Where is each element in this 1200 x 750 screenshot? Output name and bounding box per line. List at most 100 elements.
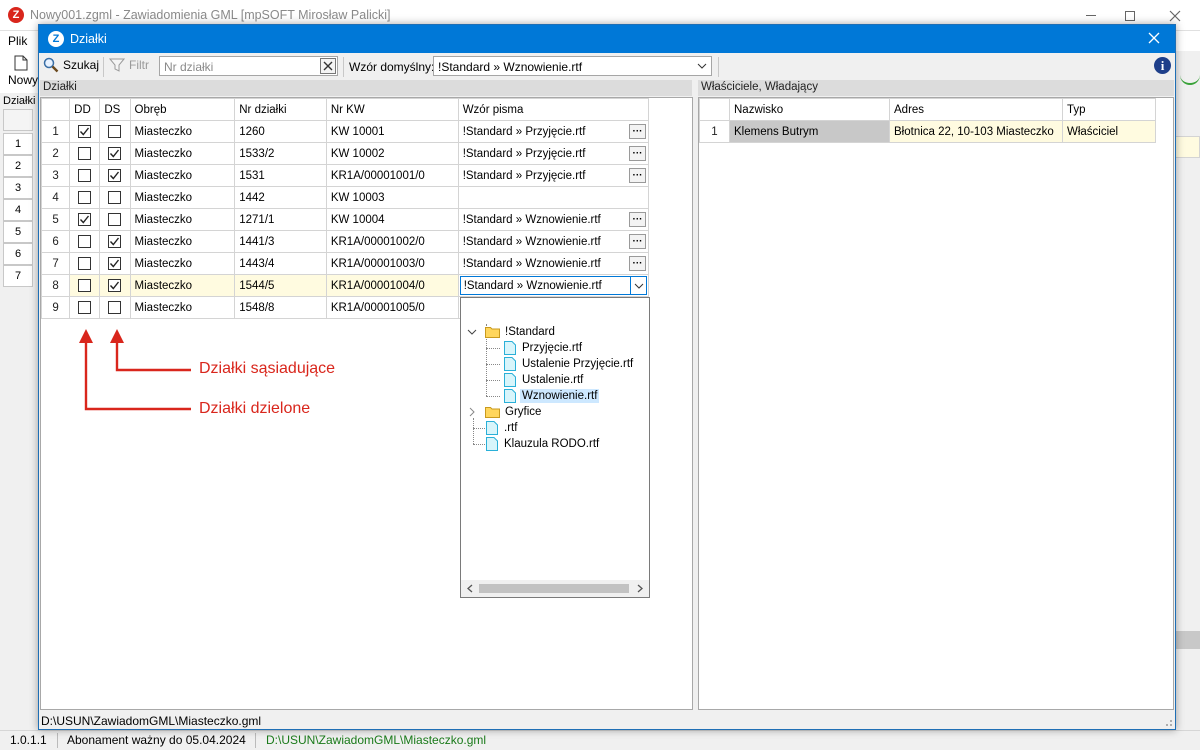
owner-address-cell[interactable]: Błotnica 22, 10-103 Miasteczko — [889, 120, 1063, 143]
status-subscription: Abonament ważny do 05.04.2024 — [67, 733, 246, 747]
chevron-down-icon — [634, 283, 643, 289]
dialog-close-button[interactable] — [1147, 31, 1161, 45]
owners-grid: Nazwisko Adres Typ 1 Klemens Butrym Błot… — [698, 97, 1174, 710]
template-cell[interactable]: !Standard » Przyjęcie.rtf ··· — [457, 120, 650, 143]
tree-guide — [473, 428, 485, 429]
status-file-path: D:\USUN\ZawiadomGML\Miasteczko.gml — [266, 733, 487, 747]
tree-node-file[interactable]: .rtf — [486, 420, 517, 436]
tree-guide — [473, 444, 485, 445]
chevron-left-icon[interactable] — [467, 584, 473, 593]
main-right-panel — [1174, 51, 1200, 730]
owners-header-row: Nazwisko Adres Typ — [699, 98, 1156, 121]
template-browse-button[interactable]: ··· — [629, 234, 646, 249]
column-header-surname[interactable]: Nazwisko — [729, 98, 890, 121]
main-row-header[interactable]: 5 — [3, 221, 33, 243]
template-dropdown-button[interactable] — [630, 277, 646, 295]
main-row-header[interactable]: 4 — [3, 199, 33, 221]
file-icon — [504, 373, 516, 387]
tree-node-file[interactable]: Ustalenie Przyjęcie.rtf — [504, 356, 633, 372]
chevron-right-icon[interactable] — [637, 584, 643, 593]
template-cell[interactable]: !Standard » Wznowienie.rtf — [457, 274, 650, 297]
template-value: !Standard » Wznowienie.rtf — [463, 280, 602, 292]
tree-node-label: Wznowienie.rtf — [520, 389, 600, 403]
column-header-template[interactable]: Wzór pisma — [457, 98, 650, 121]
main-menubar: Plik — [0, 31, 40, 51]
tree-node-gryfice-folder[interactable]: Gryfice — [467, 404, 541, 420]
close-icon — [1148, 32, 1160, 44]
template-cell[interactable]: !Standard » Przyjęcie.rtf ··· — [457, 142, 650, 165]
tree-node-label: !Standard — [505, 326, 555, 338]
template-cell[interactable] — [457, 186, 650, 209]
main-row-header[interactable]: 7 — [3, 265, 33, 287]
template-browse-button[interactable]: ··· — [629, 212, 646, 227]
row-number: 1 — [699, 120, 730, 143]
dialog-footer: D:\USUN\ZawiadomGML\Miasteczko.gml — [39, 711, 1175, 729]
main-row-header[interactable]: 2 — [3, 155, 33, 177]
close-icon — [1169, 10, 1181, 21]
tree-guide — [473, 418, 474, 444]
template-cell[interactable]: !Standard » Wznowienie.rtf ··· — [457, 208, 650, 231]
main-row-header[interactable]: 1 — [3, 133, 33, 155]
file-icon — [504, 389, 516, 403]
column-header-address[interactable]: Adres — [889, 98, 1063, 121]
owner-surname-cell[interactable]: Klemens Butrym — [729, 120, 890, 143]
tree-horizontal-scrollbar[interactable] — [461, 580, 649, 597]
main-grid-corner — [3, 109, 33, 131]
owners-table: Nazwisko Adres Typ 1 Klemens Butrym Błot… — [699, 98, 1156, 143]
annotation-dd-label: Działki dzielone — [199, 400, 311, 417]
tree-node-file[interactable]: Ustalenie.rtf — [504, 372, 583, 388]
ds-arrow — [110, 329, 191, 372]
tree-node-label: Ustalenie.rtf — [522, 374, 584, 386]
template-cell[interactable]: !Standard » Wznowienie.rtf ··· — [457, 230, 650, 253]
parcels-dialog: Z Działki Szukaj Filtr Nr działki Wzór d… — [38, 24, 1176, 730]
main-row-header[interactable]: 6 — [3, 243, 33, 265]
tree-node-label: Klauzula RODO.rtf — [504, 438, 600, 450]
footer-file-path: D:\USUN\ZawiadomGML\Miasteczko.gml — [41, 714, 262, 728]
template-browse-button[interactable]: ··· — [629, 256, 646, 271]
template-browse-button[interactable]: ··· — [629, 124, 646, 139]
menu-file[interactable]: Plik — [8, 34, 27, 48]
main-scrollbar[interactable] — [1174, 631, 1200, 649]
toolbar-separator — [718, 57, 719, 77]
template-tree-dropdown[interactable]: !Standard Przyjęcie.rtf Ustalenie Przyję… — [460, 297, 650, 598]
template-value: !Standard » Przyjęcie.rtf — [462, 125, 586, 138]
main-row-header[interactable]: 3 — [3, 177, 33, 199]
minimize-icon — [1086, 15, 1096, 16]
main-tab-parcels[interactable]: Działki — [3, 95, 35, 107]
default-template-select[interactable]: !Standard » Wznowienie.rtf — [433, 56, 712, 76]
main-left-panel: Działki 1 2 3 4 5 6 7 — [0, 93, 40, 730]
info-icon[interactable]: i — [1154, 57, 1171, 74]
file-icon — [486, 421, 498, 435]
main-toolbar: Nowy — [0, 51, 40, 93]
tree-guide — [486, 348, 500, 349]
table-row[interactable]: 1 Klemens Butrym Błotnica 22, 10-103 Mia… — [699, 120, 1156, 143]
template-cell[interactable]: !Standard » Wznowienie.rtf ··· — [457, 252, 650, 275]
maximize-icon — [1125, 10, 1135, 21]
main-grid-cell — [1174, 136, 1200, 158]
template-cell[interactable]: !Standard » Przyjęcie.rtf ··· — [457, 164, 650, 187]
tree-guide — [486, 396, 500, 397]
status-divider — [255, 733, 256, 748]
annotation-arrows — [79, 329, 191, 411]
annotation-ds-label: Działki sąsiadujące — [199, 360, 336, 377]
file-icon — [486, 437, 498, 451]
tree-node-file[interactable]: Klauzula RODO.rtf — [486, 436, 599, 452]
tree-node-file-selected[interactable]: Wznowienie.rtf — [504, 388, 600, 404]
template-combo[interactable]: !Standard » Wznowienie.rtf — [459, 276, 647, 295]
ellipsis-icon: ··· — [632, 169, 643, 181]
new-document-icon — [14, 55, 28, 71]
template-browse-button[interactable]: ··· — [629, 146, 646, 161]
main-statusbar: 1.0.1.1 Abonament ważny do 05.04.2024 D:… — [0, 730, 1200, 750]
column-header-type[interactable]: Typ — [1062, 98, 1156, 121]
resize-grip-icon[interactable] — [1163, 717, 1173, 727]
template-browse-button[interactable]: ··· — [629, 168, 646, 183]
ellipsis-icon: ··· — [632, 147, 643, 159]
owner-type-cell[interactable]: Właściciel — [1062, 120, 1156, 143]
ellipsis-icon: ··· — [632, 213, 643, 225]
tree-node-standard-folder[interactable]: !Standard — [467, 324, 555, 340]
template-value: !Standard » Wznowienie.rtf — [462, 235, 601, 248]
new-button[interactable]: Nowy — [8, 73, 38, 87]
scrollbar-thumb[interactable] — [479, 584, 629, 593]
tree-node-file[interactable]: Przyjęcie.rtf — [504, 340, 582, 356]
folder-icon — [485, 327, 500, 338]
